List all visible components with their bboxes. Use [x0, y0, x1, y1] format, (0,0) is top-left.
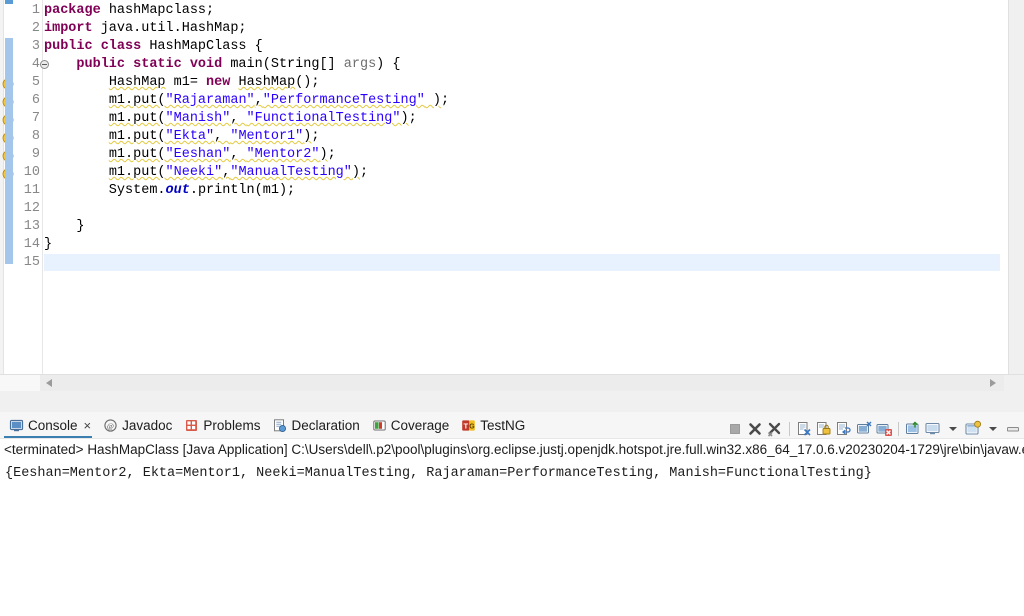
line-number: 9 [31, 147, 40, 162]
change-bar-marker [5, 0, 13, 4]
svg-text:G: G [470, 423, 476, 430]
line-number: 14 [23, 237, 40, 252]
code-line[interactable]: m1.put("Rajaraman","PerformanceTesting" … [44, 92, 449, 110]
launch-status: <terminated> [4, 442, 88, 457]
code-line[interactable]: } [44, 218, 84, 236]
new-console-view-button[interactable] [964, 420, 982, 438]
code-line[interactable]: m1.put("Eeshan", "Mentor2"); [44, 146, 336, 164]
overview-pane [1000, 0, 1008, 374]
tab-javadoc[interactable]: @ Javadoc [98, 412, 179, 438]
tab-label: Javadoc [122, 417, 173, 433]
java-editor[interactable]: 1 package hashMapclass; 2 import java.util.… [0, 0, 1024, 391]
line-number: 1 [31, 3, 40, 18]
line-number: 7 [31, 111, 40, 126]
tab-declaration[interactable]: Declaration [267, 412, 366, 438]
tab-label: Problems [203, 417, 261, 433]
separator-2 [898, 422, 899, 436]
tab-console[interactable]: Console × [4, 412, 98, 438]
line-number: 5 [31, 75, 40, 90]
scroll-lock-button[interactable] [815, 420, 833, 438]
tab-label: Console [28, 417, 78, 433]
svg-text:@: @ [107, 421, 114, 430]
view-tabs[interactable]: Console × @ Javadoc Problems Declaration Cover… [4, 412, 532, 438]
current-line-highlight [44, 254, 1000, 271]
line-number: 11 [23, 183, 40, 198]
line-number: 6 [31, 93, 40, 108]
display-dropdown-arrow[interactable] [944, 420, 962, 438]
line-number: 2 [31, 21, 40, 36]
view-tab-bar: Console × @ Javadoc Problems Declaration Cover… [0, 412, 1024, 438]
line-number: 12 [23, 201, 40, 216]
change-bar [5, 38, 13, 264]
problems-icon [184, 418, 199, 433]
console-launch-header: <terminated> HashMapClass [Java Applicat… [0, 438, 1024, 460]
console-output-text: {Eeshan=Mentor2, Ekta=Mentor1, Neeki=Man… [5, 466, 872, 481]
tab-testng[interactable]: T G TestNG [456, 412, 532, 438]
testng-icon: TG [461, 418, 476, 433]
eclipse-ide-window: 1 package hashMapclass; 2 import java.util.… [0, 0, 1024, 616]
code-line[interactable]: m1.put("Manish", "FunctionalTesting"); [44, 110, 417, 128]
display-selected-console-button[interactable] [924, 420, 942, 438]
tab-problems[interactable]: Problems [179, 412, 267, 438]
left-arrow-icon[interactable] [40, 375, 60, 391]
code-line[interactable]: public class HashMapClass { [44, 38, 263, 56]
close-icon[interactable]: × [84, 418, 92, 433]
code-line[interactable]: m1.put("Neeki","ManualTesting"); [44, 164, 368, 182]
remove-launch-button[interactable] [746, 420, 764, 438]
code-line[interactable]: public static void main(String[] args) { [44, 56, 400, 74]
javadoc-icon: @ [103, 418, 118, 433]
view-menu-arrow[interactable] [984, 420, 1002, 438]
line-number: 15 [23, 255, 40, 270]
svg-text:T: T [464, 421, 469, 430]
code-line[interactable]: HashMap m1= new HashMap(); [44, 74, 320, 92]
console-icon [9, 418, 24, 433]
pin-console-button[interactable] [855, 420, 873, 438]
console-output-area[interactable]: {Eeshan=Mentor2, Ekta=Mentor1, Neeki=Man… [0, 460, 1024, 616]
open-console-button[interactable] [904, 420, 922, 438]
separator-1 [789, 422, 790, 436]
console-view: Console × @ Javadoc Problems Declaration Cover… [0, 408, 1024, 616]
code-line[interactable]: } [44, 236, 52, 254]
line-number: 13 [23, 219, 40, 234]
tab-label: Coverage [390, 417, 450, 433]
tab-label: Declaration [291, 417, 360, 433]
launch-name: HashMapClass [Java Application] [87, 442, 292, 457]
editor-horizontal-scrollbar[interactable] [0, 374, 1024, 391]
tab-label: TestNG [480, 417, 526, 433]
overview-ruler[interactable] [1008, 0, 1024, 374]
minimize-button[interactable] [1004, 420, 1022, 438]
code-line[interactable]: import java.util.HashMap; [44, 20, 247, 38]
launch-configuration-line: <terminated> HashMapClass [Java Applicat… [4, 440, 1024, 460]
fold-collapse-icon[interactable] [40, 60, 49, 69]
line-number: 10 [23, 165, 40, 180]
scrollbar-left-pad [0, 375, 40, 391]
code-line[interactable]: package hashMapclass; [44, 2, 214, 20]
declaration-icon [272, 418, 287, 433]
code-line[interactable]: m1.put("Ekta", "Mentor1"); [44, 128, 320, 146]
coverage-icon [372, 418, 387, 433]
remove-all-terminated-button[interactable] [766, 420, 784, 438]
code-line[interactable]: System.out.println(m1); [44, 182, 295, 200]
right-arrow-icon[interactable] [984, 375, 1004, 391]
word-wrap-button[interactable] [835, 420, 853, 438]
tab-coverage[interactable]: Coverage [367, 412, 457, 438]
line-number: 4 [31, 57, 40, 72]
clear-console-button[interactable] [795, 420, 813, 438]
close-console-button[interactable] [875, 420, 893, 438]
line-number: 3 [31, 39, 40, 54]
line-number: 8 [31, 129, 40, 144]
terminate-button[interactable] [726, 420, 744, 438]
scrollbar-track[interactable] [40, 375, 1004, 391]
launch-path: C:\Users\dell\.p2\pool\plugins\org.eclip… [291, 442, 1024, 457]
